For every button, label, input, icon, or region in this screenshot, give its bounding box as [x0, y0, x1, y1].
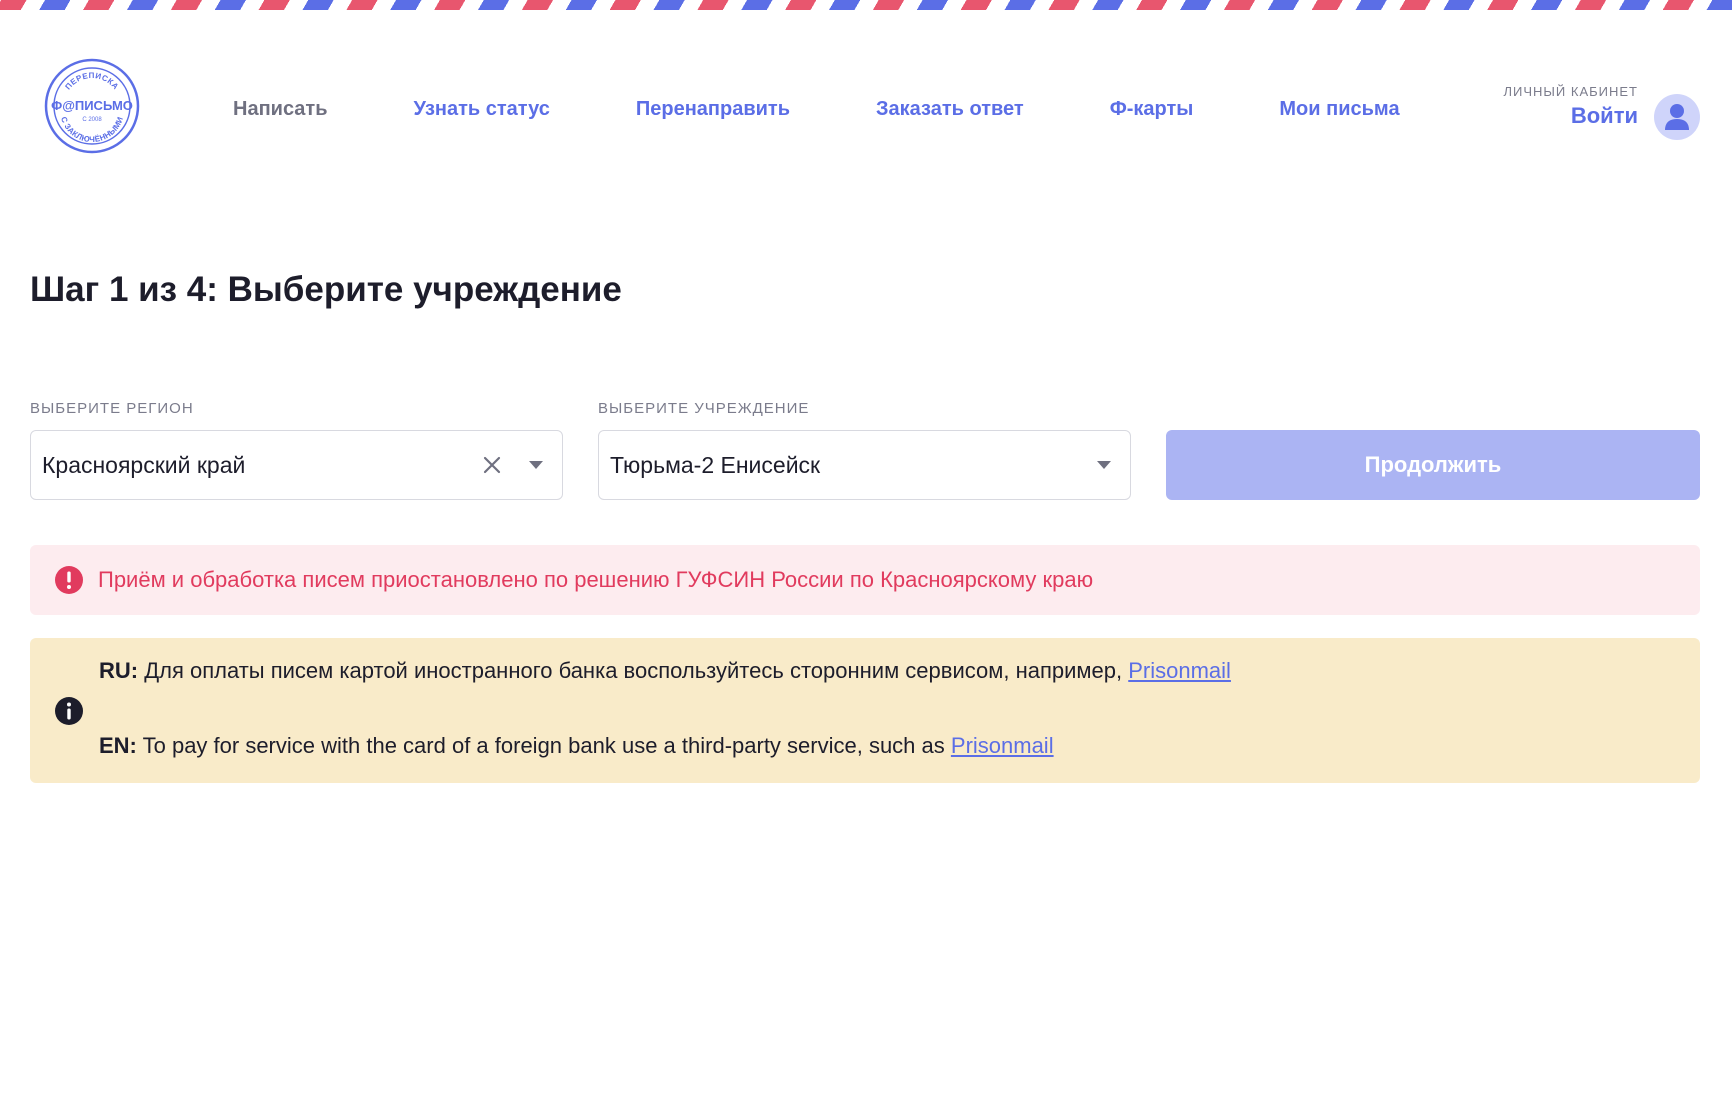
- institution-value: Тюрьма-2 Енисейск: [610, 451, 821, 478]
- close-icon: [483, 456, 501, 474]
- info-ru-line: RU: Для оплаты писем картой иностранного…: [99, 658, 1231, 684]
- login-link[interactable]: Войти: [1503, 103, 1638, 129]
- region-value: Красноярский край: [42, 451, 246, 478]
- logo-main-text: Ф@ПИСЬМО: [51, 98, 133, 113]
- info-en-text: To pay for service with the card of a fo…: [136, 733, 951, 758]
- site-logo[interactable]: ПЕРЕПИСКА Ф@ПИСЬМО С 2008 С ЗАКЛЮЧЁННЫМИ: [44, 58, 140, 154]
- prisonmail-link-en[interactable]: Prisonmail: [951, 733, 1054, 758]
- institution-dropdown-toggle[interactable]: [1082, 431, 1126, 499]
- prisonmail-link-ru[interactable]: Prisonmail: [1128, 658, 1231, 683]
- info-en-line: EN: To pay for service with the card of …: [99, 733, 1054, 759]
- error-alert: Приём и обработка писем приостановлено п…: [30, 545, 1700, 615]
- nav-write[interactable]: Написать: [233, 98, 328, 121]
- region-dropdown-toggle[interactable]: [514, 431, 558, 499]
- clear-region-button[interactable]: [470, 431, 514, 499]
- info-ru-prefix: RU:: [99, 658, 139, 683]
- page-title: Шаг 1 из 4: Выберите учреждение: [30, 270, 622, 309]
- logo-since-text: С 2008: [82, 117, 102, 123]
- main-nav: Написать Узнать статус Перенаправить Зак…: [233, 98, 1486, 121]
- chevron-down-icon: [1097, 461, 1111, 469]
- nav-redirect[interactable]: Перенаправить: [636, 98, 790, 121]
- region-select[interactable]: Красноярский край: [30, 430, 563, 500]
- account-caption: ЛИЧНЫЙ КАБИНЕТ: [1503, 84, 1638, 99]
- error-alert-text: Приём и обработка писем приостановлено п…: [98, 567, 1094, 592]
- logo-stamp-icon: ПЕРЕПИСКА Ф@ПИСЬМО С 2008 С ЗАКЛЮЧЁННЫМИ: [44, 58, 140, 154]
- info-circle-icon: [54, 696, 84, 726]
- nav-check-status[interactable]: Узнать статус: [414, 98, 550, 121]
- institution-select[interactable]: Тюрьма-2 Енисейск: [598, 430, 1131, 500]
- user-icon: [1665, 104, 1689, 130]
- site-header: ПЕРЕПИСКА Ф@ПИСЬМО С 2008 С ЗАКЛЮЧЁННЫМИ…: [0, 10, 1732, 200]
- info-en-prefix: EN:: [99, 733, 137, 758]
- nav-order-reply[interactable]: Заказать ответ: [876, 98, 1024, 121]
- airmail-border: [0, 0, 1732, 10]
- account-block: ЛИЧНЫЙ КАБИНЕТ Войти: [1503, 84, 1638, 129]
- avatar[interactable]: [1654, 94, 1700, 140]
- exclamation-circle-icon: [54, 565, 84, 595]
- institution-label: ВЫБЕРИТЕ УЧРЕЖДЕНИЕ: [598, 400, 810, 417]
- info-ru-text: Для оплаты писем картой иностранного бан…: [138, 658, 1129, 683]
- continue-button[interactable]: Продолжить: [1166, 430, 1700, 500]
- region-label: ВЫБЕРИТЕ РЕГИОН: [30, 400, 194, 417]
- nav-f-cards[interactable]: Ф-карты: [1110, 98, 1194, 121]
- chevron-down-icon: [529, 461, 543, 469]
- info-alert: RU: Для оплаты писем картой иностранного…: [30, 638, 1700, 783]
- nav-my-letters[interactable]: Мои письма: [1279, 98, 1399, 121]
